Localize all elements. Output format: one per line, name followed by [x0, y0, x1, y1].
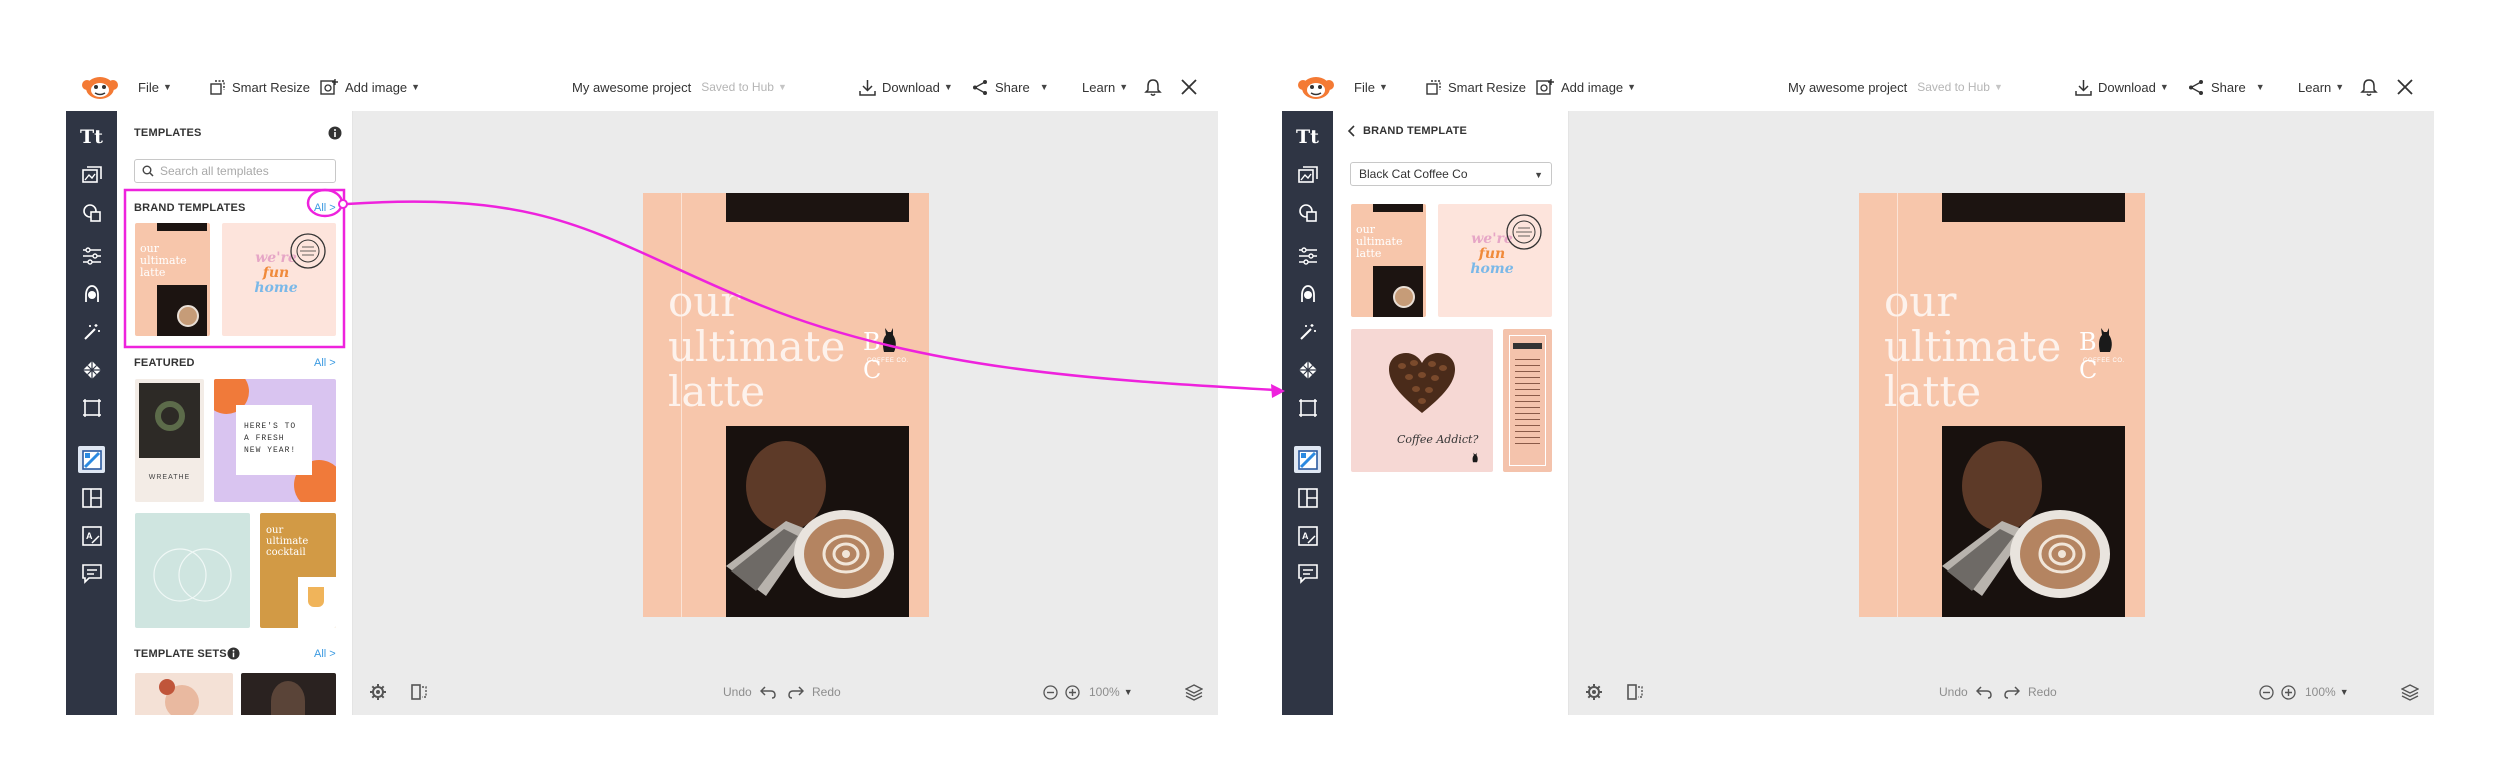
brand-templates-highlight-box [123, 188, 346, 349]
arrow-start-dot [338, 199, 348, 209]
arrow-head-icon [1271, 384, 1285, 398]
annotation-arrow [346, 200, 1276, 392]
all-link-highlight-circle [306, 188, 344, 218]
annotation-overlay [123, 188, 1285, 398]
